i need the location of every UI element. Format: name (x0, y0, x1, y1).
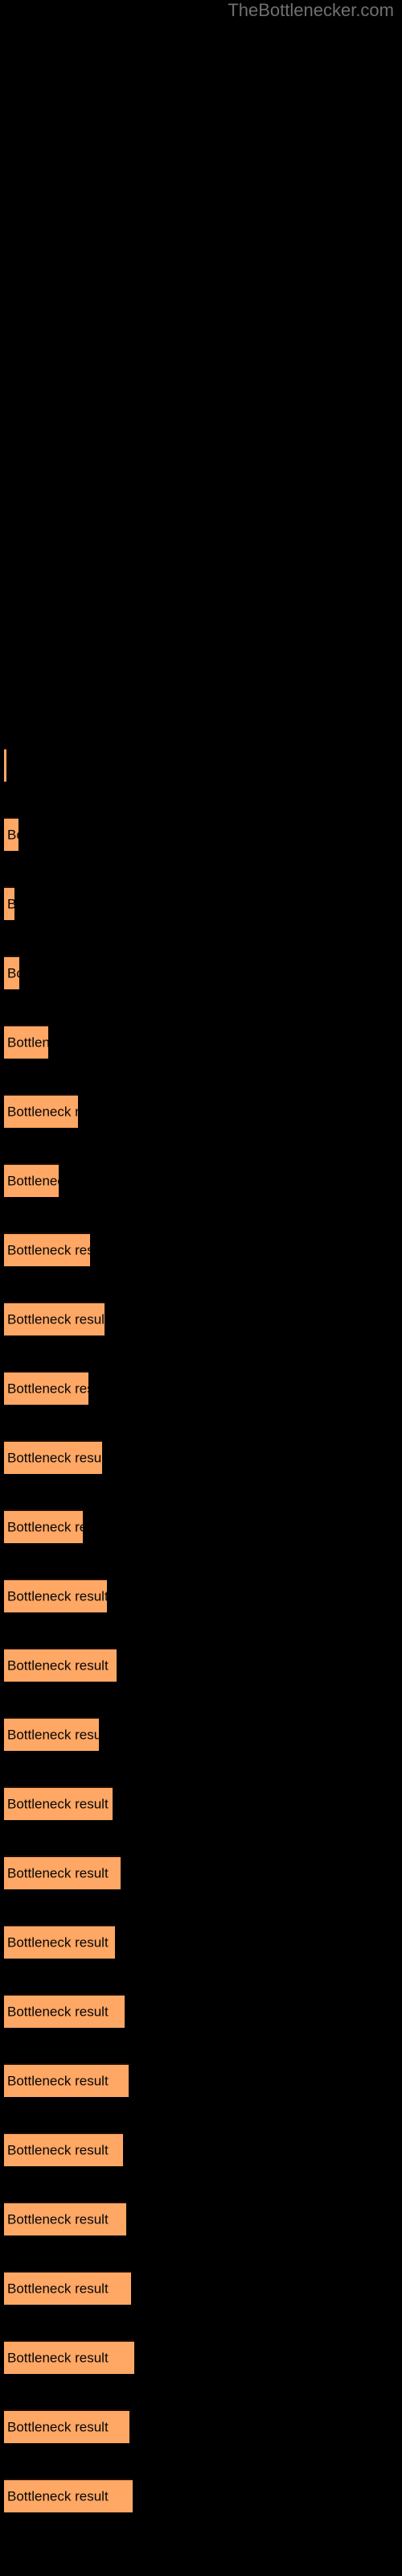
bar-label: Bottleneck result (7, 2488, 109, 2504)
bar-row: Bottleneck result (0, 1440, 402, 1476)
chart-bar: Bottleneck result (4, 1717, 99, 1751)
bar-label: Bottleneck result (7, 2073, 109, 2089)
bar-row: Bottleneck result (0, 1856, 402, 1891)
chart-bar: Bottleneck result (4, 748, 6, 782)
bar-label: Bottleneck result (7, 1519, 83, 1535)
bar-row: Bottleneck result (0, 1509, 402, 1545)
bar-row: Bottleneck result (0, 748, 402, 783)
bar-row: Bottleneck result (0, 1786, 402, 1822)
chart-bar: Bottleneck result (4, 1440, 102, 1474)
chart-bar: Bottleneck result (4, 1025, 48, 1059)
chart-bar: Bottleneck result (4, 2132, 123, 2166)
bar-label: Bottleneck result (7, 1934, 109, 1951)
bar-label: Bottleneck result (7, 1381, 88, 1397)
bar-row: Bottleneck result (0, 1925, 402, 1960)
bar-row: Bottleneck result (0, 2202, 402, 2237)
bar-row: Bottleneck result (0, 817, 402, 852)
bar-row: Bottleneck result (0, 2479, 402, 2514)
chart-bar: Bottleneck result (4, 2479, 133, 2512)
bar-label: Bottleneck result (7, 2281, 109, 2297)
chart-bar: Bottleneck result (4, 1163, 59, 1197)
bar-label: Bottleneck result (7, 1450, 102, 1466)
bar-label: Bottleneck result (7, 1311, 105, 1327)
bar-row: Bottleneck result (0, 1094, 402, 1129)
chart-bar: Bottleneck result (4, 2063, 129, 2097)
bar-label: Bottleneck result (7, 1034, 48, 1051)
chart-bar: Bottleneck result (4, 1786, 113, 1820)
chart-bar: Bottleneck result (4, 2340, 134, 2374)
bar-row: Bottleneck result (0, 2271, 402, 2306)
chart-bar: Bottleneck result (4, 1094, 78, 1128)
chart-bar: Bottleneck result (4, 2409, 129, 2443)
chart-bar: Bottleneck result (4, 886, 14, 920)
chart-bar: Bottleneck result (4, 1509, 83, 1543)
bar-row: Bottleneck result (0, 2340, 402, 2376)
bar-label: Bottleneck result (7, 827, 18, 843)
chart-bar: Bottleneck result (4, 1371, 88, 1405)
bar-label: Bottleneck result (7, 1173, 59, 1189)
bar-label: Bottleneck result (7, 965, 19, 981)
bar-row: Bottleneck result (0, 2063, 402, 2099)
chart-bar: Bottleneck result (4, 956, 19, 989)
bottleneck-bar-chart: Bottleneck result Bottleneck result Bottle… (0, 0, 402, 2576)
bar-row: Bottleneck result (0, 2409, 402, 2445)
bar-row: Bottleneck result (0, 1163, 402, 1199)
bar-row: Bottleneck result (0, 1302, 402, 1337)
bar-label: Bottleneck result (7, 2211, 109, 2227)
bar-label: Bottleneck result (7, 1657, 109, 1674)
chart-bar: Bottleneck result (4, 1648, 117, 1682)
chart-bar: Bottleneck result (4, 2271, 131, 2305)
bar-label: Bottleneck result (7, 897, 14, 912)
bar-row: Bottleneck result (0, 1579, 402, 1614)
chart-bar: Bottleneck result (4, 1232, 90, 1266)
bar-row: Bottleneck result (0, 1994, 402, 2029)
bar-label: Bottleneck result (7, 1865, 109, 1881)
bar-label: Bottleneck result (7, 1104, 78, 1120)
bar-label: Bottleneck result (7, 2142, 109, 2158)
chart-bar: Bottleneck result (4, 817, 18, 851)
bar-label: Bottleneck result (7, 2419, 109, 2435)
bar-row: Bottleneck result (0, 1717, 402, 1752)
bar-label: Bottleneck result (7, 1727, 99, 1743)
chart-bar: Bottleneck result (4, 1302, 105, 1335)
bar-label: Bottleneck result (7, 2350, 109, 2366)
bar-label: Bottleneck result (7, 2004, 109, 2020)
chart-bar: Bottleneck result (4, 1579, 107, 1612)
bar-label: Bottleneck result (7, 1242, 90, 1258)
bar-label: Bottleneck result (7, 1796, 109, 1812)
bar-row: Bottleneck result (0, 1025, 402, 1060)
chart-bar: Bottleneck result (4, 2202, 126, 2235)
chart-bar: Bottleneck result (4, 1856, 121, 1889)
bar-row: Bottleneck result (0, 886, 402, 922)
bar-row: Bottleneck result (0, 1648, 402, 1683)
bar-row: Bottleneck result (0, 956, 402, 991)
bar-row: Bottleneck result (0, 2132, 402, 2168)
bar-row: Bottleneck result (0, 1232, 402, 1268)
chart-bar: Bottleneck result (4, 1994, 125, 2028)
bar-row: Bottleneck result (0, 1371, 402, 1406)
chart-bar: Bottleneck result (4, 1925, 115, 1959)
bar-label: Bottleneck result (7, 1588, 107, 1604)
